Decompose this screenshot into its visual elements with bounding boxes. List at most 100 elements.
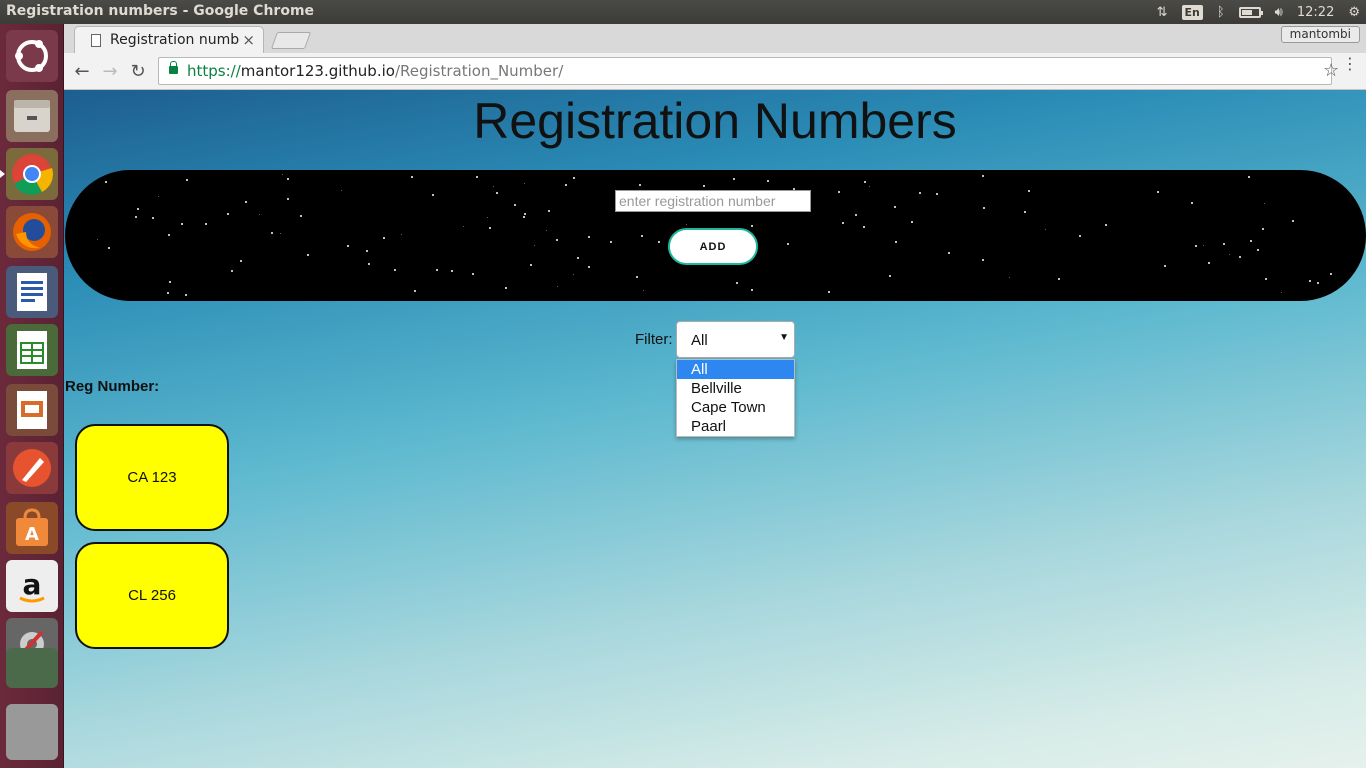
- unity-launcher: A a: [0, 24, 64, 768]
- star-dot: [231, 270, 233, 272]
- close-icon[interactable]: ×: [242, 31, 255, 49]
- trash-icon[interactable]: [6, 704, 58, 760]
- filter-option-paarl[interactable]: Paarl: [677, 417, 794, 436]
- star-dot: [1009, 277, 1010, 278]
- star-dot: [341, 190, 342, 191]
- star-dot: [383, 237, 385, 239]
- network-icon[interactable]: ⇅: [1157, 5, 1168, 20]
- files-icon[interactable]: [6, 90, 58, 142]
- star-dot: [414, 290, 416, 292]
- star-dot: [864, 181, 866, 183]
- gear-icon[interactable]: ⚙: [1348, 5, 1360, 20]
- star-dot: [573, 177, 575, 179]
- reload-icon[interactable]: ↻: [126, 60, 150, 82]
- star-dot: [1250, 240, 1252, 242]
- inkscape-icon[interactable]: [6, 442, 58, 494]
- filter-option-bellville[interactable]: Bellville: [677, 379, 794, 398]
- reg-number-label: Reg Number:: [65, 378, 160, 395]
- star-dot: [524, 183, 525, 184]
- star-dot: [366, 250, 368, 252]
- page-title: Registration Numbers: [473, 93, 957, 149]
- profile-button[interactable]: mantombi: [1280, 26, 1360, 43]
- keyboard-layout-indicator[interactable]: En: [1181, 4, 1203, 20]
- add-button[interactable]: ADD: [668, 228, 758, 265]
- filter-option-all[interactable]: All: [677, 360, 794, 379]
- star-dot: [108, 247, 110, 249]
- star-dot: [524, 213, 526, 215]
- active-app-indicator: [0, 170, 5, 178]
- impress-icon[interactable]: [6, 384, 58, 436]
- star-dot: [658, 241, 660, 243]
- star-dot: [855, 214, 857, 216]
- star-dot: [227, 213, 229, 215]
- star-dot: [463, 226, 464, 227]
- star-dot: [1239, 256, 1241, 258]
- bluetooth-icon[interactable]: ᛒ: [1217, 5, 1225, 20]
- star-dot: [73, 276, 75, 278]
- star-dot: [1203, 245, 1204, 246]
- writer-icon[interactable]: [6, 266, 58, 318]
- page-icon: [91, 34, 101, 47]
- software-center-icon[interactable]: A: [6, 502, 58, 554]
- star-dot: [1264, 203, 1265, 204]
- star-dot: [546, 230, 547, 231]
- star-dot: [548, 210, 550, 212]
- window-title: Registration numbers - Google Chrome: [6, 3, 315, 19]
- url-host: mantor123.github.io: [240, 62, 395, 80]
- clock[interactable]: 12:22: [1297, 5, 1334, 20]
- address-bar[interactable]: https://mantor123.github.io/Registration…: [158, 57, 1339, 85]
- url-scheme: https://: [187, 62, 241, 80]
- star-dot: [1229, 254, 1230, 255]
- star-dot: [787, 243, 789, 245]
- star-dot: [1317, 282, 1319, 284]
- back-arrow-icon[interactable]: ←: [70, 60, 94, 82]
- bookmark-star-icon[interactable]: ☆: [1323, 60, 1339, 81]
- star-dot: [1191, 202, 1193, 204]
- star-dot: [1195, 245, 1197, 247]
- filter-option-cape-town[interactable]: Cape Town: [677, 398, 794, 417]
- amazon-icon[interactable]: a: [6, 560, 58, 612]
- star-dot: [1257, 249, 1259, 251]
- star-dot: [838, 191, 840, 193]
- tab-registration-numbers[interactable]: Registration numbers ×: [74, 26, 264, 53]
- star-dot: [436, 269, 438, 271]
- star-dot: [588, 236, 590, 238]
- calc-icon[interactable]: [6, 324, 58, 376]
- firefox-icon[interactable]: [6, 206, 58, 258]
- new-tab-button[interactable]: [270, 32, 312, 49]
- forward-arrow-icon[interactable]: →: [98, 60, 122, 82]
- star-dot: [639, 184, 641, 186]
- registration-input[interactable]: [615, 190, 811, 212]
- volume-icon[interactable]: 🔊︎: [1275, 5, 1283, 20]
- star-dot: [686, 224, 687, 225]
- registration-plate: CL 256: [75, 542, 229, 649]
- star-dot: [948, 252, 950, 254]
- star-dot: [1164, 265, 1166, 267]
- lock-icon[interactable]: [169, 61, 178, 74]
- chrome-icon[interactable]: [6, 148, 58, 200]
- kebab-menu-icon[interactable]: ⋮: [1342, 56, 1358, 72]
- star-dot: [523, 216, 525, 218]
- star-dot: [167, 292, 169, 294]
- workspace-switcher-icon[interactable]: [6, 648, 58, 688]
- system-tray: ⇅ En ᛒ 🔊︎ 12:22 ⚙: [1157, 0, 1360, 24]
- star-dot: [911, 221, 913, 223]
- tab-strip: Registration numbers × mantombi: [64, 24, 1366, 53]
- battery-icon[interactable]: [1238, 6, 1263, 18]
- url-text[interactable]: https://mantor123.github.io/Registration…: [187, 62, 563, 80]
- star-dot: [401, 234, 402, 235]
- star-dot: [496, 192, 498, 194]
- tab-title: Registration numbers: [110, 32, 240, 48]
- star-dot: [152, 217, 154, 219]
- star-dot: [432, 194, 434, 196]
- star-dot: [271, 232, 273, 234]
- star-dot: [1045, 229, 1046, 230]
- registration-plate: CA 123: [75, 424, 229, 531]
- star-dot: [394, 269, 396, 271]
- star-dot: [636, 276, 638, 278]
- star-dot: [287, 198, 289, 200]
- filter-select[interactable]: All ▼: [676, 321, 795, 358]
- ubuntu-icon[interactable]: [6, 30, 58, 82]
- star-dot: [751, 289, 753, 291]
- star-dot: [534, 245, 535, 246]
